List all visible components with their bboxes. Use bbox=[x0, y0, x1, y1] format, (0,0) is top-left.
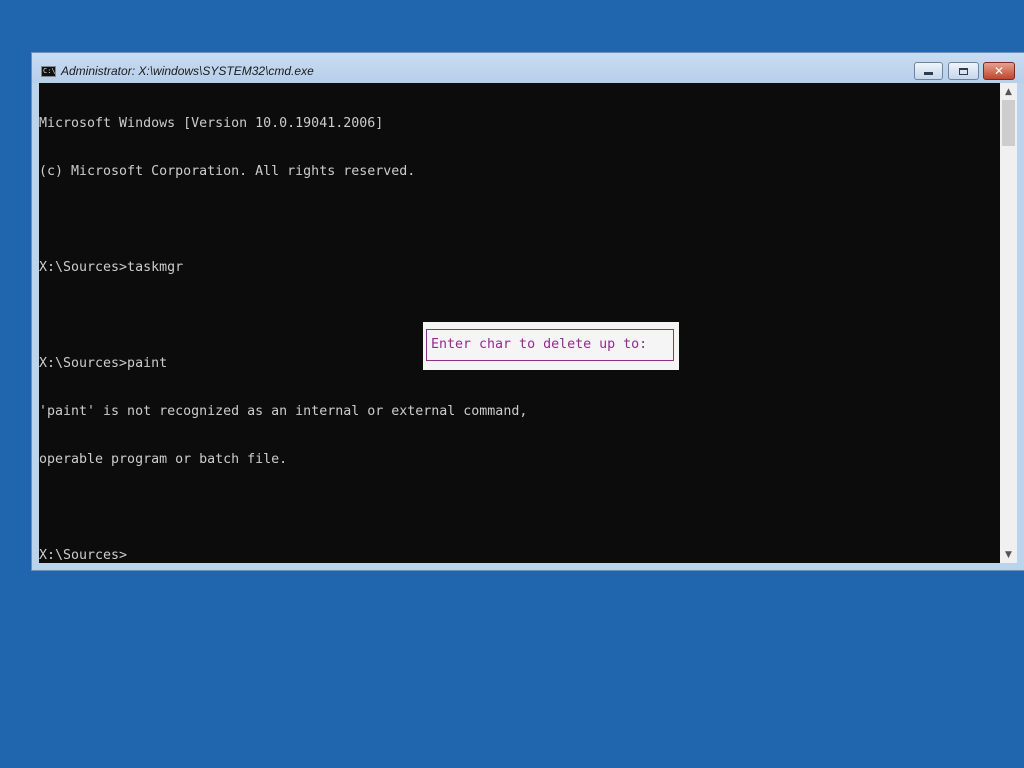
scroll-thumb[interactable] bbox=[1002, 100, 1015, 146]
console-line: (c) Microsoft Corporation. All rights re… bbox=[39, 164, 416, 179]
console-line: 'paint' is not recognized as an internal… bbox=[39, 404, 528, 419]
scroll-down-icon[interactable]: ▼ bbox=[1000, 546, 1017, 563]
console-line: Microsoft Windows [Version 10.0.19041.20… bbox=[39, 116, 384, 131]
maximize-button[interactable] bbox=[948, 62, 979, 80]
scroll-up-icon[interactable]: ▲ bbox=[1000, 83, 1017, 100]
delete-char-prompt-box[interactable]: Enter char to delete up to: bbox=[426, 329, 674, 361]
console-output-area[interactable]: Microsoft Windows [Version 10.0.19041.20… bbox=[39, 83, 1000, 563]
console-prompt-line: X:\Sources> bbox=[39, 548, 128, 563]
close-icon: ✕ bbox=[993, 64, 1005, 78]
window-title: Administrator: X:\windows\SYSTEM32\cmd.e… bbox=[61, 64, 314, 78]
minimize-button[interactable] bbox=[914, 62, 943, 80]
desktop-background: C:\ Administrator: X:\windows\SYSTEM32\c… bbox=[0, 0, 1024, 768]
cmd-window: C:\ Administrator: X:\windows\SYSTEM32\c… bbox=[31, 52, 1024, 571]
console-line: X:\Sources>taskmgr bbox=[39, 260, 184, 275]
vertical-scrollbar[interactable]: ▲ ▼ bbox=[1000, 83, 1017, 563]
maximize-icon bbox=[959, 67, 968, 75]
close-button[interactable]: ✕ bbox=[983, 62, 1015, 80]
minimize-icon bbox=[924, 72, 933, 75]
delete-char-popup: Enter char to delete up to: bbox=[423, 322, 679, 370]
title-bar[interactable]: C:\ Administrator: X:\windows\SYSTEM32\c… bbox=[32, 53, 1024, 83]
console-icon[interactable]: C:\ bbox=[41, 66, 56, 77]
delete-char-prompt: Enter char to delete up to: bbox=[431, 337, 656, 352]
console-line: operable program or batch file. bbox=[39, 452, 288, 467]
